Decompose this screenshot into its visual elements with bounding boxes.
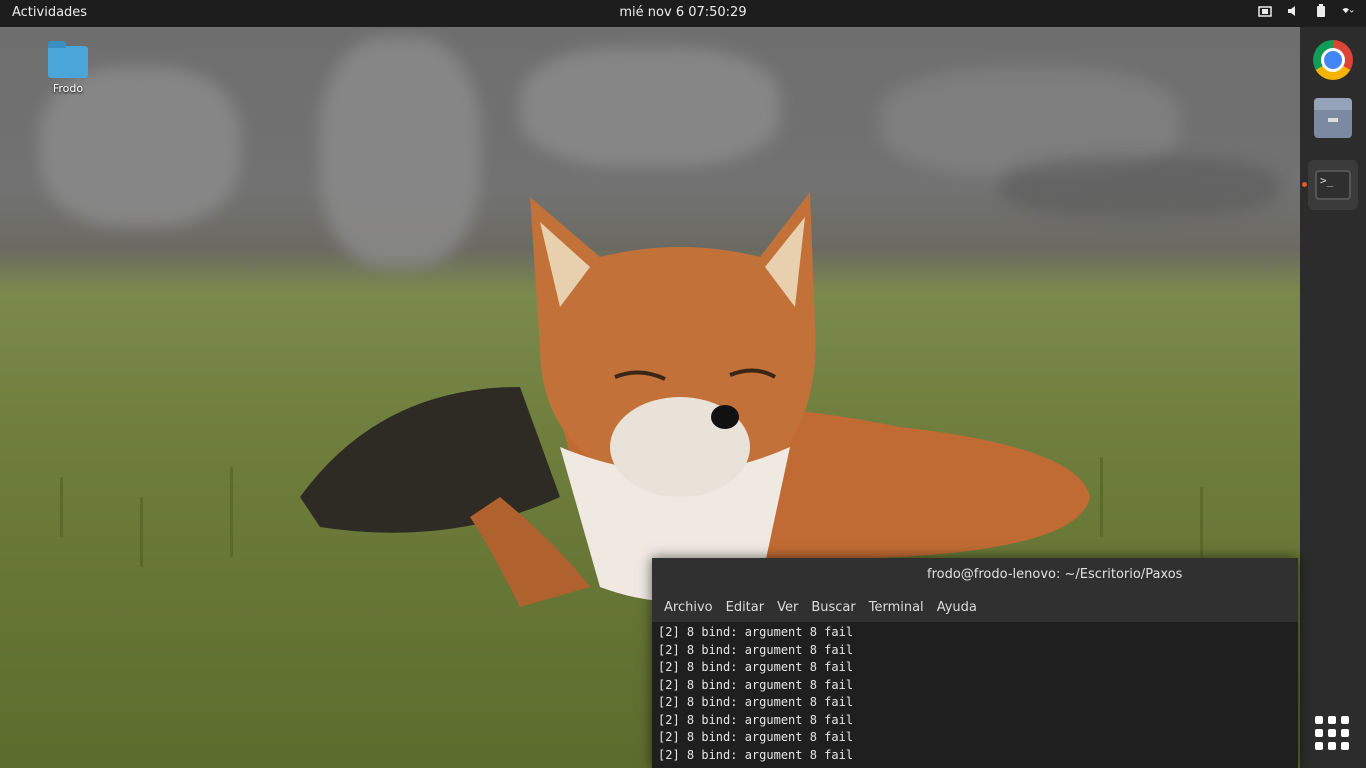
volume-icon[interactable] <box>1286 4 1300 18</box>
menu-ver[interactable]: Ver <box>773 600 807 615</box>
dock-item-chrome[interactable] <box>1308 35 1358 85</box>
terminal-titlebar[interactable]: frodo@frodo-lenovo: ~/Escritorio/Paxos <box>652 558 1298 592</box>
chrome-icon <box>1313 40 1353 80</box>
terminal-title: frodo@frodo-lenovo: ~/Escritorio/Paxos <box>927 567 1183 582</box>
terminal-line: [2] 8 bind: argument 8 fail <box>658 730 854 744</box>
folder-icon <box>48 41 88 78</box>
terminal-window[interactable]: frodo@frodo-lenovo: ~/Escritorio/Paxos A… <box>652 558 1298 768</box>
menu-ayuda[interactable]: Ayuda <box>933 600 986 615</box>
system-menu-icon[interactable] <box>1342 4 1356 18</box>
activities-button[interactable]: Actividades <box>12 5 87 20</box>
terminal-output[interactable]: [2] 8 bind: argument 8 fail [2] 8 bind: … <box>652 622 1298 768</box>
terminal-menubar: Archivo Editar Ver Buscar Terminal Ayuda <box>652 592 1298 622</box>
terminal-line: [2] 8 bind: argument 8 fail <box>658 695 854 709</box>
system-tray[interactable] <box>1258 4 1356 18</box>
clock-button[interactable]: mié nov 6 07:50:29 <box>619 5 746 20</box>
terminal-line: [2] 8 bind: argument 8 fail <box>658 712 854 727</box>
dock-item-terminal[interactable]: >_ <box>1302 160 1358 210</box>
top-bar: Actividades mié nov 6 07:50:29 <box>0 0 1366 27</box>
dock-item-files[interactable] <box>1308 93 1358 143</box>
battery-icon[interactable] <box>1314 4 1328 18</box>
files-icon <box>1314 98 1352 138</box>
terminal-icon-label: >_ <box>1320 174 1334 187</box>
terminal-line: [2] 8 bind: argument 8 fail <box>658 747 854 762</box>
running-indicator <box>1302 182 1307 187</box>
desktop-icon-frodo[interactable]: Frodo <box>40 40 96 95</box>
menu-buscar[interactable]: Buscar <box>807 600 864 615</box>
menu-archivo[interactable]: Archivo <box>660 600 722 615</box>
terminal-icon: >_ <box>1315 170 1351 200</box>
terminal-line: [2] 8 bind: argument 8 fail <box>658 625 854 639</box>
show-applications-button[interactable] <box>1315 716 1349 750</box>
menu-terminal[interactable]: Terminal <box>865 600 933 615</box>
menu-editar[interactable]: Editar <box>722 600 774 615</box>
desktop-icon-label: Frodo <box>52 82 84 95</box>
dock: >_ <box>1300 27 1366 768</box>
terminal-line: [2] 8 bind: argument 8 fail <box>658 642 854 657</box>
network-icon[interactable] <box>1258 4 1272 18</box>
terminal-line: [2] 8 bind: argument 8 fail <box>658 660 854 674</box>
terminal-line: [2] 8 bind: argument 8 fail <box>658 677 854 692</box>
